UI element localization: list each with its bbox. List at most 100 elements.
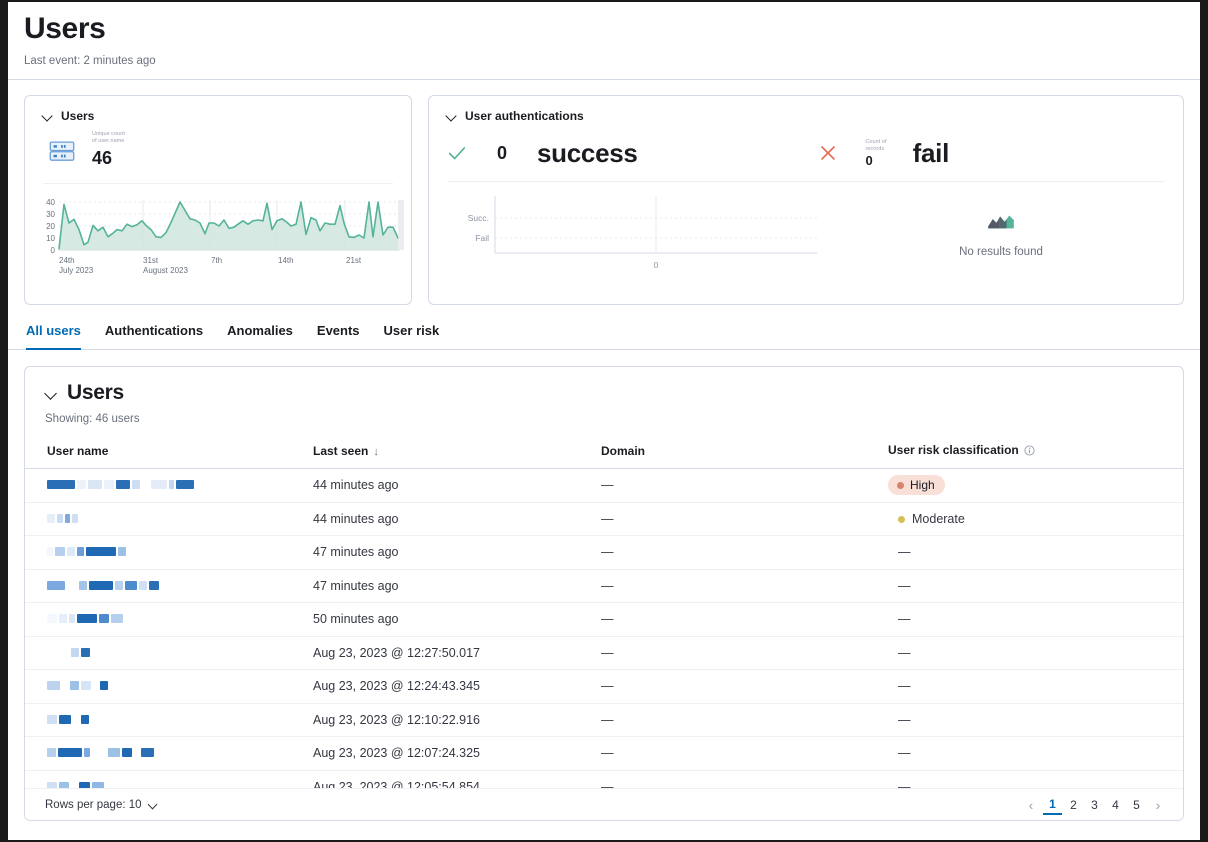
pagination-page-5[interactable]: 5 [1127, 796, 1146, 814]
redaction-block [65, 514, 70, 523]
users-table-body: 44 minutes ago—High44 minutes ago—Modera… [25, 469, 1183, 804]
users-area-chart[interactable]: 40 30 20 10 0 [25, 184, 411, 284]
cell-user-name[interactable] [25, 737, 313, 771]
pagination-next[interactable]: › [1147, 797, 1169, 813]
rows-per-page-button[interactable]: Rows per page: 10 [45, 799, 159, 811]
col-header-last-seen[interactable]: Last seen↓ [313, 443, 601, 469]
status-badge: High [888, 475, 945, 495]
cell-domain: — [601, 536, 888, 570]
redaction-block [59, 715, 71, 724]
users-panel-title: Users [61, 109, 94, 123]
fail-metric-label: Count of records [865, 139, 886, 153]
redaction-block [55, 547, 65, 556]
pagination-page-1[interactable]: 1 [1043, 795, 1062, 815]
table-row[interactable]: 50 minutes ago—— [25, 603, 1183, 637]
users-panel-header[interactable]: Users [25, 96, 411, 123]
svg-text:Fail: Fail [475, 233, 489, 243]
sort-desc-icon[interactable]: ↓ [373, 446, 379, 458]
table-footer: Rows per page: 10 ‹12345› [25, 788, 1183, 820]
success-count: 0 [497, 143, 507, 164]
table-row[interactable]: Aug 23, 2023 @ 12:10:22.916—— [25, 703, 1183, 737]
cell-last-seen: 50 minutes ago [313, 603, 601, 637]
cell-user-name[interactable] [25, 502, 313, 536]
redaction-block [142, 480, 149, 489]
no-results-chart-icon [986, 210, 1016, 232]
redaction-block [118, 547, 126, 556]
cell-last-seen: 47 minutes ago [313, 569, 601, 603]
cell-user-name[interactable] [25, 469, 313, 503]
pagination-page-2[interactable]: 2 [1064, 796, 1083, 814]
redaction-block [86, 547, 116, 556]
server-rack-icon [47, 136, 77, 166]
table-row[interactable]: Aug 23, 2023 @ 12:27:50.017—— [25, 636, 1183, 670]
cell-user-name[interactable] [25, 703, 313, 737]
redaction-block [77, 614, 97, 623]
pagination-page-4[interactable]: 4 [1106, 796, 1125, 814]
info-icon[interactable] [1024, 445, 1035, 459]
pagination-prev[interactable]: ‹ [1020, 797, 1042, 813]
main-tabs: All users Authentications Anomalies Even… [8, 305, 1200, 350]
users-table-header[interactable]: Users [25, 367, 1183, 405]
users-showing-count: Showing: 46 users [25, 405, 1183, 425]
redaction-block [132, 480, 140, 489]
table-row[interactable]: 47 minutes ago—— [25, 569, 1183, 603]
cell-user-name[interactable] [25, 536, 313, 570]
cell-domain: — [601, 569, 888, 603]
cell-user-risk: — [888, 603, 1183, 637]
users-table-panel: Users Showing: 46 users User name Last s… [24, 366, 1184, 821]
fail-count: 0 [865, 154, 886, 168]
redaction-block [47, 480, 75, 489]
empty-value: — [888, 646, 911, 660]
auth-bar-chart[interactable]: Succ. Fail 0 [429, 188, 819, 293]
tab-anomalies[interactable]: Anomalies [227, 323, 293, 350]
col-header-user-risk[interactable]: User risk classification [888, 443, 1183, 469]
table-row[interactable]: 47 minutes ago—— [25, 536, 1183, 570]
svg-text:31st: 31st [143, 256, 159, 265]
status-badge-label: Moderate [912, 512, 965, 526]
chevron-down-icon[interactable] [446, 110, 458, 122]
redaction-block [79, 581, 87, 590]
svg-text:July 2023: July 2023 [59, 266, 94, 275]
col-header-user-name[interactable]: User name [25, 443, 313, 469]
svg-text:30: 30 [46, 210, 55, 219]
chevron-down-icon[interactable] [45, 386, 59, 400]
redaction-block [70, 681, 79, 690]
table-row[interactable]: 44 minutes ago—High [25, 469, 1183, 503]
redaction-block [47, 748, 56, 757]
svg-text:40: 40 [46, 198, 55, 207]
table-row[interactable]: Aug 23, 2023 @ 12:24:43.345—— [25, 670, 1183, 704]
redaction-block [67, 547, 75, 556]
tab-all-users[interactable]: All users [26, 323, 81, 350]
cell-user-name[interactable] [25, 670, 313, 704]
redaction-block [88, 480, 102, 489]
redacted-username [47, 680, 108, 691]
svg-text:21st: 21st [346, 256, 362, 265]
pagination-page-3[interactable]: 3 [1085, 796, 1104, 814]
cell-user-name[interactable] [25, 603, 313, 637]
redaction-block [71, 648, 79, 657]
users-metric-label: Unique count of user.name [92, 131, 125, 145]
col-header-user-risk-label: User risk classification [888, 443, 1019, 457]
svg-text:14th: 14th [278, 256, 294, 265]
status-badge: Moderate [888, 512, 965, 526]
cell-user-name[interactable] [25, 569, 313, 603]
tab-authentications[interactable]: Authentications [105, 323, 203, 350]
table-row[interactable]: Aug 23, 2023 @ 12:07:24.325—— [25, 737, 1183, 771]
redaction-block [58, 748, 82, 757]
empty-value: — [888, 713, 911, 727]
redaction-block [176, 480, 194, 489]
chevron-down-icon[interactable] [42, 110, 54, 122]
cell-user-name[interactable] [25, 636, 313, 670]
redaction-block [134, 748, 139, 757]
auth-panel-header[interactable]: User authentications [429, 96, 1183, 123]
table-row[interactable]: 44 minutes ago—Moderate [25, 502, 1183, 536]
chevron-down-icon[interactable] [149, 800, 159, 810]
col-header-domain[interactable]: Domain [601, 443, 888, 469]
users-panel: Users Unique count of user.name 46 [24, 95, 412, 305]
cell-last-seen: 44 minutes ago [313, 502, 601, 536]
cell-domain: — [601, 603, 888, 637]
tab-events[interactable]: Events [317, 323, 360, 350]
tab-user-risk[interactable]: User risk [384, 323, 440, 350]
redaction-block [77, 480, 86, 489]
redacted-username [47, 513, 78, 524]
